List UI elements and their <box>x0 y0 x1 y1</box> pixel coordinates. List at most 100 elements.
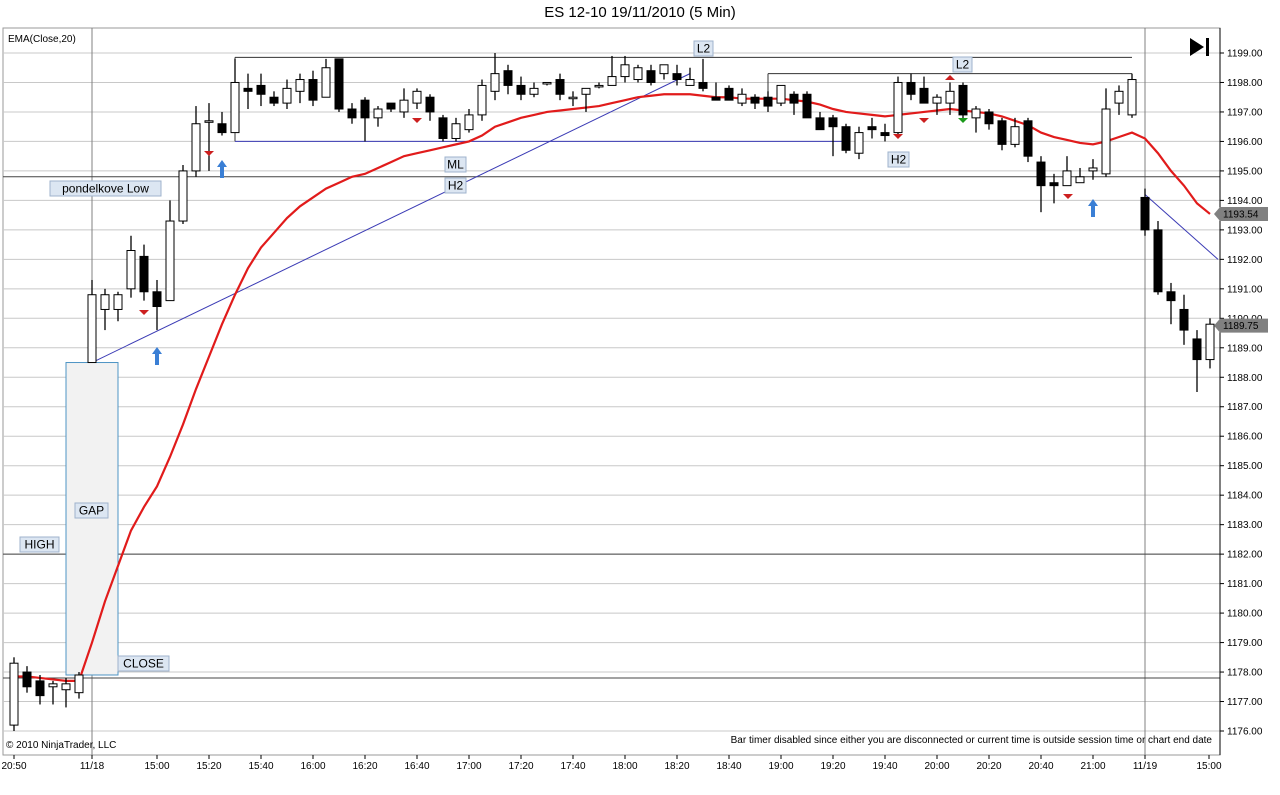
arrow-shaft <box>220 166 224 178</box>
gap-box <box>65 362 119 676</box>
candle-body-up <box>971 108 981 119</box>
candle-body-up <box>607 76 617 86</box>
candle-body-up <box>529 87 539 95</box>
candle-body-down <box>1049 182 1059 187</box>
x-tick-label: 18:00 <box>612 761 637 772</box>
candle-body-down <box>724 87 734 101</box>
y-tick-label: 1181.00 <box>1227 579 1263 590</box>
candle-body-down <box>308 79 318 101</box>
candle-body-down <box>1140 196 1150 231</box>
y-tick-label: 1189.00 <box>1227 343 1263 354</box>
candle-body-down <box>243 87 253 92</box>
candle-body-up <box>48 683 58 688</box>
candle <box>438 114 448 142</box>
candle-body-down <box>438 117 448 139</box>
candle-body-up <box>126 250 136 290</box>
candle-body-up <box>61 683 71 691</box>
y-tick-label: 1177.00 <box>1227 697 1263 708</box>
candle-body-down <box>711 96 721 101</box>
candle <box>1023 117 1033 163</box>
y-axis: 1176.00 1177.00 1178.00 1179.00 1180.00 1181.… <box>1214 28 1268 755</box>
candle-body-down <box>867 126 877 131</box>
x-tick-label: 16:00 <box>300 761 325 772</box>
candle-body-up <box>295 79 305 92</box>
candle-body-up <box>399 99 409 113</box>
y-tick-label: 1176.00 <box>1227 727 1263 738</box>
indicator-label: EMA(Close,20) <box>8 34 76 45</box>
x-tick-label: 15:20 <box>196 761 221 772</box>
candle-body-down <box>22 671 32 688</box>
candle-body-up <box>932 96 942 104</box>
arrow-shaft <box>155 353 159 365</box>
y-tick-label: 1178.00 <box>1227 668 1263 679</box>
candle-body-up <box>893 81 903 134</box>
candle-body-up <box>490 73 500 92</box>
candle <box>9 657 19 731</box>
x-tick-label: 20:00 <box>924 761 949 772</box>
x-tick-label: 16:40 <box>404 761 429 772</box>
candle <box>178 165 188 224</box>
candle-body-down <box>828 117 838 128</box>
candle-body-up <box>178 170 188 222</box>
candle-body-up <box>87 294 97 364</box>
candle-body-down <box>841 126 851 151</box>
candle-body-down <box>1023 120 1033 157</box>
candle-body-up <box>113 294 123 310</box>
candle-body-up <box>412 90 422 104</box>
candle-body-down <box>555 79 565 95</box>
candle-body-down <box>334 58 344 110</box>
x-tick-label: 19:00 <box>768 761 793 772</box>
candle <box>633 64 643 83</box>
candle-body-up <box>854 132 864 154</box>
close-label: CLOSE <box>123 657 164 671</box>
candle-body-down <box>1192 338 1202 361</box>
candle-body-down <box>750 96 760 104</box>
x-axis: 20:50 11/18 15:00 15:20 15:40 16:00 16:20 16:40… <box>1 755 1222 772</box>
candle-body-down <box>269 96 279 104</box>
candle-body-up <box>464 114 474 131</box>
y-tick-label: 1188.00 <box>1227 373 1263 384</box>
candle-body-up <box>594 84 604 88</box>
candle-body-up <box>1088 167 1098 172</box>
candle-body-up <box>685 79 695 86</box>
y-tick-label: 1192.00 <box>1227 255 1263 266</box>
x-tick-label: 11/18 <box>80 761 105 772</box>
candle-body-down <box>672 73 682 81</box>
x-tick-label: 20:40 <box>1028 761 1053 772</box>
candle-body-down <box>1166 291 1176 302</box>
x-tick-label: 15:40 <box>248 761 273 772</box>
l2-label: L2 <box>956 58 970 72</box>
gap-label: GAP <box>79 504 104 518</box>
x-tick-label: 11/19 <box>1133 761 1158 772</box>
bar-timer-message: Bar timer disabled since either you are … <box>731 735 1213 746</box>
y-tick-label: 1185.00 <box>1227 461 1263 472</box>
candle-body-up <box>282 87 292 104</box>
x-tick-label: 16:20 <box>352 761 377 772</box>
candle-body-up <box>620 64 630 78</box>
candle-body-up <box>568 96 578 100</box>
candle-body-down <box>802 93 812 119</box>
candle-body-down <box>984 111 994 125</box>
x-tick-label: 20:20 <box>976 761 1001 772</box>
candle-body-up <box>477 84 487 116</box>
candle <box>802 91 812 119</box>
high-label: HIGH <box>25 538 55 552</box>
candle-body-down <box>516 84 526 95</box>
candle-body-down <box>425 96 435 113</box>
candle-body-down <box>386 102 396 110</box>
y-tick-label: 1199.00 <box>1227 49 1263 60</box>
candle-body-down <box>1036 161 1046 187</box>
pondelkove-low-label: pondelkove Low <box>62 182 149 196</box>
candle-body-up <box>581 87 591 95</box>
candle-body-up <box>451 123 461 139</box>
candle-body-up <box>542 81 552 85</box>
x-tick-label: 19:40 <box>872 761 897 772</box>
candle-body-up <box>1010 126 1020 145</box>
x-tick-label: 18:20 <box>664 761 689 772</box>
candle <box>841 123 851 154</box>
price-badge-text: 1189.75 <box>1223 321 1259 332</box>
candle-body-down <box>347 108 357 119</box>
candle-body-down <box>698 81 708 89</box>
x-tick-label: 15:00 <box>1196 761 1221 772</box>
candle-body-down <box>360 99 370 119</box>
